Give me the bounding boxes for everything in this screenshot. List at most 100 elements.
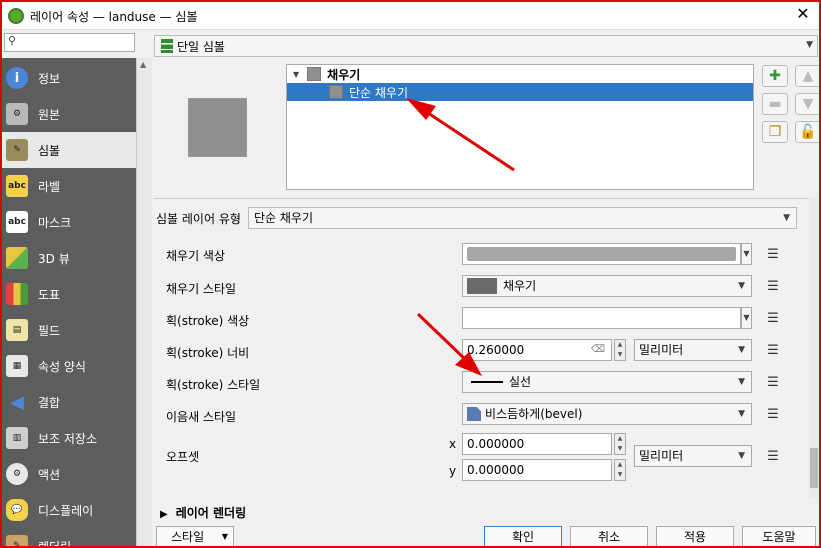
bevel-join-icon [467,407,481,421]
sidebar-item-source[interactable]: ⚙ 원본 [2,96,136,132]
sidebar-item-joins[interactable]: ◀ 결합 [2,384,136,420]
offset-x-spinner[interactable]: ▲ ▼ [614,433,626,455]
sidebar-item-label: 액션 [38,467,61,482]
move-down-button[interactable]: ▼ [795,93,819,115]
remove-layer-button[interactable]: ▬ [762,93,788,115]
mask-icon: abc [6,211,28,233]
sidebar-scrollbar[interactable]: ▲ [136,58,152,546]
sidebar-item-rendering[interactable]: ✎ 렌더링 [2,528,136,546]
offset-x-input[interactable]: 0.000000 [462,433,612,455]
fill-color-dropdown[interactable]: ▼ [741,243,752,265]
stroke-width-label: 획(stroke) 너비 [166,346,250,360]
fill-style-select[interactable]: 채우기 ▼ [462,275,752,297]
chevron-down-icon: ▼ [221,532,228,541]
tree-item-fill[interactable]: ▼ 채우기 [287,65,753,83]
sidebar-item-label: 마스크 [38,215,72,230]
ok-button[interactable]: 확인 [484,526,562,546]
offset-y-value: 0.000000 [467,463,525,477]
symbol-layer-tree[interactable]: ▼ 채우기 단순 채우기 [286,64,754,190]
diagrams-icon [6,283,28,305]
data-defined-override-icon[interactable]: ☰ [762,341,784,359]
sidebar-item-labels[interactable]: abc 라벨 [2,168,136,204]
data-defined-override-icon[interactable]: ☰ [762,405,784,423]
style-button[interactable]: 스타일 ▼ [156,526,234,546]
data-defined-override-icon[interactable]: ☰ [762,277,784,295]
layer-rendering-section[interactable]: ▶ 레이어 렌더링 [160,504,246,521]
window-title: 레이어 속성 — landuse — 심볼 [30,10,198,24]
search-input[interactable]: ⚲ [4,33,135,52]
dialog-window: 레이어 속성 — landuse — 심볼 ✕ ⚲ i 정보 ⚙ 원본 ✎ 심볼… [0,0,821,548]
data-defined-override-icon[interactable]: ☰ [762,245,784,263]
scroll-up-icon[interactable]: ▲ [140,60,146,69]
stroke-style-select[interactable]: 실선 ▼ [462,371,752,393]
chevron-down-icon: ▼ [738,451,745,461]
sidebar-item-mask[interactable]: abc 마스크 [2,204,136,240]
sidebar-item-label: 속성 양식 [38,359,86,374]
clear-icon[interactable]: ⌫ [591,340,605,360]
properties-scrollbar[interactable] [809,198,819,498]
chevron-down-icon: ▼ [738,377,745,387]
stroke-color-button[interactable] [462,307,741,329]
fill-color-button[interactable] [462,243,741,265]
collapse-icon[interactable]: ▼ [293,70,299,79]
sidebar-item-label: 필드 [38,323,61,338]
chevron-down-icon: ▼ [806,40,813,50]
attributes-form-icon: ▦ [6,355,28,377]
stroke-color-dropdown[interactable]: ▼ [741,307,752,329]
fill-color-swatch [467,247,736,261]
sidebar-item-auxiliary-storage[interactable]: ▥ 보조 저장소 [2,420,136,456]
fill-swatch [307,67,322,81]
move-up-button[interactable]: ▲ [795,65,819,87]
duplicate-layer-button[interactable]: ❐ [762,121,788,143]
sidebar-item-attributes-form[interactable]: ▦ 속성 양식 [2,348,136,384]
sidebar-item-label: 디스플레이 [38,503,94,518]
stroke-style-label: 획(stroke) 스타일 [166,378,261,392]
sidebar-item-display[interactable]: 💬 디스플레이 [2,492,136,528]
offset-y-input[interactable]: 0.000000 [462,459,612,481]
renderer-select[interactable]: 단일 심볼 ▼ [154,35,818,57]
lock-icon[interactable]: 🔓 [795,121,819,143]
solid-line-icon [471,381,503,383]
close-icon[interactable]: ✕ [793,4,813,23]
qgis-logo-icon [8,8,24,24]
offset-label: 오프셋 [166,450,200,464]
sidebar-item-label: 정보 [38,71,61,86]
sidebar-item-label: 심볼 [38,143,61,158]
join-style-select[interactable]: 비스듬하게(bevel) ▼ [462,403,752,425]
stroke-width-input[interactable]: 0.260000 ⌫ [462,339,612,361]
sidebar-item-info[interactable]: i 정보 [2,60,136,96]
fill-style-swatch [467,278,497,294]
stroke-width-unit-select[interactable]: 밀리미터 ▼ [634,339,752,361]
labels-icon: abc [6,175,28,197]
sidebar-item-3d-view[interactable]: 3D 뷰 [2,240,136,276]
info-icon: i [6,67,28,89]
symbol-layer-type-select[interactable]: 단순 채우기 ▼ [248,207,797,229]
sidebar-item-symbology[interactable]: ✎ 심볼 [2,132,136,168]
cancel-button[interactable]: 취소 [570,526,648,546]
offset-y-spinner[interactable]: ▲ ▼ [614,459,626,481]
apply-button[interactable]: 적용 [656,526,734,546]
stroke-width-unit-value: 밀리미터 [639,343,684,357]
offset-unit-value: 밀리미터 [639,449,684,463]
symbol-layer-type-value: 단순 채우기 [254,211,314,225]
stroke-style-value: 실선 [509,375,532,389]
sidebar-item-actions[interactable]: ⚙ 액션 [2,456,136,492]
sidebar-item-diagrams[interactable]: 도표 [2,276,136,312]
symbol-layer-type-label: 심볼 레이어 유형 [156,212,241,226]
sidebar-item-fields[interactable]: ▤ 필드 [2,312,136,348]
data-defined-override-icon[interactable]: ☰ [762,373,784,391]
add-layer-button[interactable]: ✚ [762,65,788,87]
chevron-down-icon: ▼ [738,345,745,355]
tree-item-simple-fill[interactable]: 단순 채우기 [287,83,753,101]
offset-unit-select[interactable]: 밀리미터 ▼ [634,445,752,467]
offset-x-value: 0.000000 [467,437,525,451]
scrollbar-thumb[interactable] [810,448,818,488]
data-defined-override-icon[interactable]: ☰ [762,447,784,465]
data-defined-override-icon[interactable]: ☰ [762,309,784,327]
expand-icon[interactable]: ▶ [160,509,168,520]
help-button[interactable]: 도움말 [742,526,816,546]
stroke-width-spinner[interactable]: ▲ ▼ [614,339,626,361]
join-style-label: 이음새 스타일 [166,410,237,424]
chevron-down-icon: ▼ [783,213,790,223]
actions-icon: ⚙ [6,463,28,485]
